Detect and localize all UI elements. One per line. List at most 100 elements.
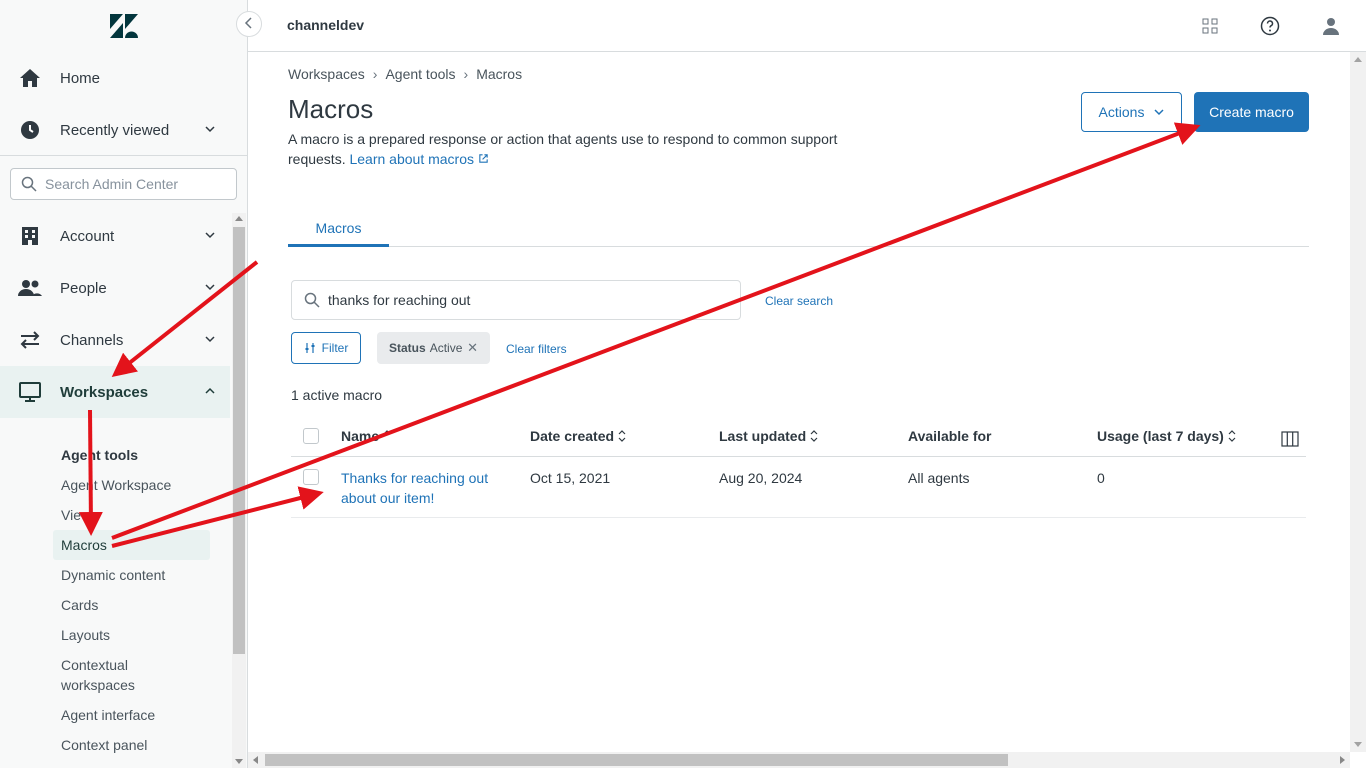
breadcrumb-separator-icon: › [463,66,469,82]
nav-label: Workspaces [60,383,149,401]
nav-item-home[interactable]: Home [0,52,230,104]
scroll-up-icon[interactable] [235,216,243,221]
sub-item-context-panel[interactable]: Context panel [53,730,210,760]
result-count: 1 active macro [291,387,383,403]
clock-icon [18,118,42,142]
filter-button[interactable]: Filter [291,332,361,364]
scroll-right-icon[interactable] [1340,756,1345,764]
column-label: Available for [908,428,992,444]
chevron-down-icon [204,332,216,344]
actions-button[interactable]: Actions [1081,92,1182,132]
nav-label: Home [60,69,101,87]
sidebar-scrollbar[interactable] [232,213,246,768]
collapse-sidebar-button[interactable] [236,11,262,37]
sub-item-agent-interface[interactable]: Agent interface [53,700,210,730]
learn-link-label: Learn about macros [349,151,475,167]
status-value: Active [429,341,463,355]
top-bar: channeldev [248,0,1366,52]
sub-item-views[interactable]: Views [53,500,210,530]
filter-label: Filter [321,341,349,355]
help-icon[interactable] [1258,14,1282,38]
macro-name-link[interactable]: Thanks for reaching out about our item! [341,468,511,508]
admin-search-placeholder: Search Admin Center [45,176,179,192]
building-icon [18,224,42,248]
scroll-down-icon[interactable] [235,759,243,764]
sidebar-divider [0,155,247,156]
scrollbar-thumb[interactable] [233,227,245,654]
row-checkbox[interactable] [303,469,319,485]
chevron-down-icon [1154,109,1164,116]
table-header: Name Date created Last updated Available… [291,417,1306,457]
column-date-created[interactable]: Date created [530,428,626,444]
search-icon [304,292,320,308]
scroll-down-icon[interactable] [1354,742,1362,747]
main-vertical-scrollbar[interactable] [1350,52,1366,752]
chevron-up-icon [204,384,216,396]
zendesk-logo-icon[interactable] [110,7,138,38]
actions-label: Actions [1098,104,1145,120]
column-label: Date created [530,428,615,444]
column-usage[interactable]: Usage (last 7 days) [1097,428,1236,444]
sub-item-macros[interactable]: Macros [53,530,210,560]
sort-icon [1228,430,1236,442]
scroll-left-icon[interactable] [253,756,258,764]
nav-label: People [60,279,107,297]
sub-item-contextual-workspaces[interactable]: Contextual workspaces [53,655,173,697]
cell-date-created: Oct 15, 2021 [530,470,611,486]
clear-search-link[interactable]: Clear search [765,294,833,308]
sub-item-cards[interactable]: Cards [53,590,210,620]
learn-about-macros-link[interactable]: Learn about macros [349,151,488,167]
create-macro-button[interactable]: Create macro [1194,92,1309,132]
nav-label: Recently viewed [60,121,170,139]
status-key: Status [389,341,426,355]
user-profile-icon[interactable] [1319,14,1343,38]
sub-item-dynamic-content[interactable]: Dynamic content [53,560,210,590]
clear-filters-link[interactable]: Clear filters [506,342,567,356]
scroll-up-icon[interactable] [1354,57,1362,62]
breadcrumb: Workspaces › Agent tools › Macros [288,66,522,82]
nav-item-channels[interactable]: Channels [0,314,230,366]
search-icon [21,176,37,192]
sort-icon [810,430,818,442]
admin-search-input[interactable]: Search Admin Center [10,168,237,200]
status-filter-tag: Status Active ✕ [377,332,490,364]
cell-available-for: All agents [908,470,970,486]
sort-icon [618,430,626,442]
page-title: Macros [288,94,374,124]
remove-filter-icon[interactable]: ✕ [467,340,478,356]
cell-last-updated: Aug 20, 2024 [719,470,803,486]
products-grid-icon[interactable] [1198,14,1222,38]
column-last-updated[interactable]: Last updated [719,428,818,444]
select-all-checkbox[interactable] [303,428,319,444]
breadcrumb-macros: Macros [476,66,523,82]
macro-search-input[interactable]: thanks for reaching out [291,280,741,320]
filter-sliders-icon [305,343,315,353]
main-horizontal-scrollbar[interactable] [248,752,1350,768]
breadcrumb-workspaces[interactable]: Workspaces [288,66,365,82]
column-settings-icon[interactable] [1281,431,1299,452]
nav-item-people[interactable]: People [0,262,230,314]
home-icon [18,66,42,90]
chevron-down-icon [204,122,216,134]
sidebar: Home Recently viewed Search Admin Center… [0,0,248,768]
column-label: Last updated [719,428,807,444]
sub-item-layouts[interactable]: Layouts [53,620,210,650]
column-available-for: Available for [908,428,992,444]
search-value: thanks for reaching out [328,292,471,308]
sub-item-agent-workspace[interactable]: Agent Workspace [53,470,210,500]
account-name: channeldev [287,17,365,33]
chevron-left-icon [244,17,252,29]
column-name[interactable]: Name [341,428,391,444]
nav-item-workspaces[interactable]: Workspaces [0,366,230,418]
nav-item-recently-viewed[interactable]: Recently viewed [0,104,230,156]
scrollbar-thumb[interactable] [265,754,1008,766]
column-label: Name [341,428,380,444]
column-label: Usage (last 7 days) [1097,428,1224,444]
chevron-down-icon [204,280,216,292]
chevron-down-icon [204,228,216,240]
page-description: A macro is a prepared response or action… [288,129,848,169]
table-row[interactable]: Thanks for reaching out about our item! … [291,457,1306,518]
tab-macros[interactable]: Macros [288,213,389,247]
nav-item-account[interactable]: Account [0,210,230,262]
breadcrumb-agent-tools[interactable]: Agent tools [385,66,455,82]
